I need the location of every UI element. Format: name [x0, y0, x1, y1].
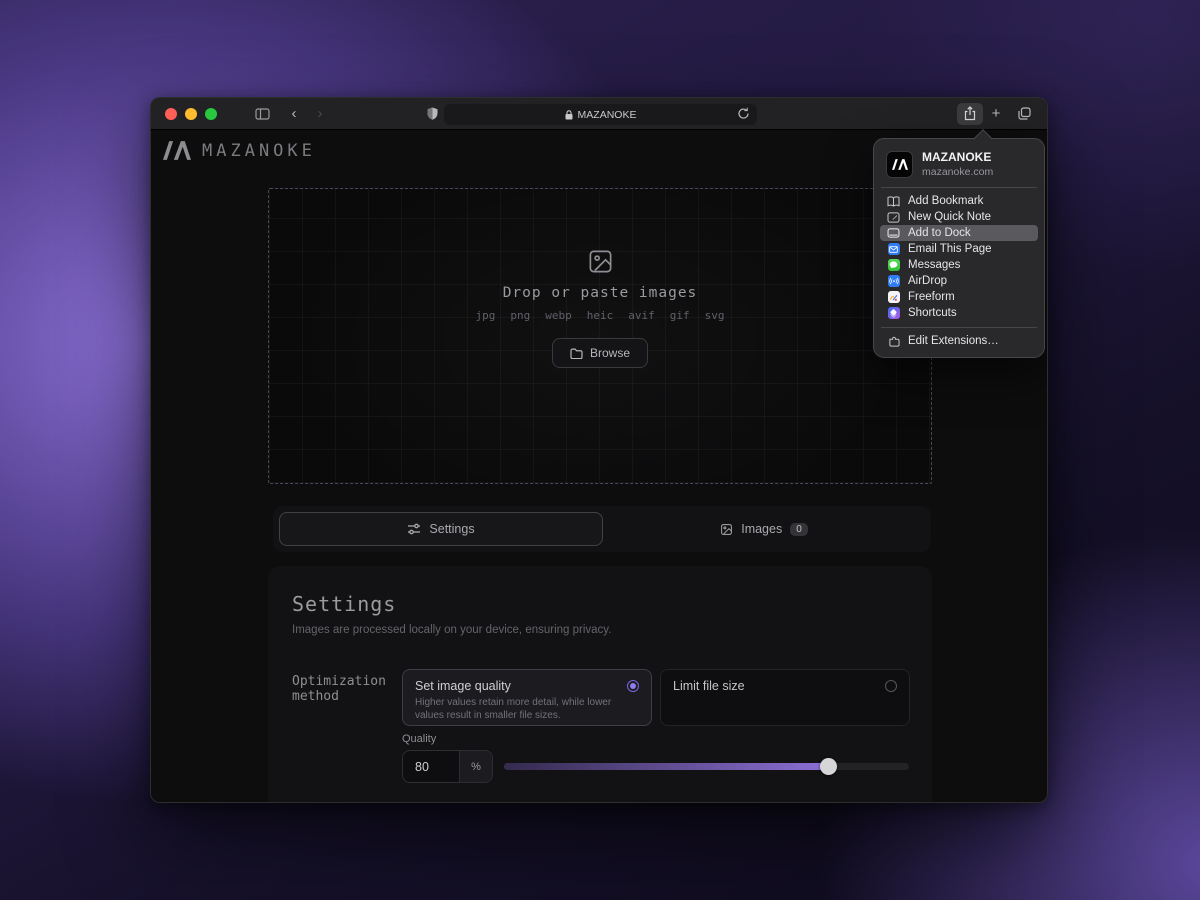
- quality-input-group: 80 %: [402, 750, 493, 783]
- airdrop-icon: [887, 275, 900, 288]
- dropzone-title: Drop or paste images: [503, 285, 698, 301]
- lock-icon: [565, 110, 573, 120]
- share-app-name: MAZANOKE: [922, 150, 993, 164]
- browse-button[interactable]: Browse: [552, 338, 648, 368]
- reload-icon[interactable]: [737, 107, 750, 123]
- quality-value-input[interactable]: 80: [403, 751, 459, 782]
- dropzone-formats: jpg png webp heic avif gif svg: [476, 309, 725, 322]
- new-tab-button[interactable]: +: [983, 103, 1009, 125]
- option-title: Set image quality: [415, 679, 511, 693]
- images-icon: [720, 523, 733, 536]
- menu-item-edit-extensions[interactable]: Edit Extensions…: [880, 333, 1038, 349]
- menu-item-new-quick-note[interactable]: New Quick Note: [880, 209, 1038, 225]
- menu-item-email-this-page[interactable]: Email This Page: [880, 241, 1038, 257]
- share-app-domain: mazanoke.com: [922, 166, 993, 178]
- share-button[interactable]: [957, 103, 983, 125]
- quality-unit-label: %: [459, 751, 492, 782]
- browser-titlebar: ‹ › MAZANOKE +: [151, 98, 1047, 130]
- radio-unselected-icon[interactable]: [885, 680, 897, 692]
- optimization-method-label: Optimization method: [292, 674, 386, 704]
- address-bar[interactable]: MAZANOKE: [444, 104, 757, 125]
- mazanoke-logo-icon: [163, 140, 191, 161]
- menu-item-add-bookmark[interactable]: Add Bookmark: [880, 193, 1038, 209]
- menu-item-shortcuts[interactable]: Shortcuts: [880, 305, 1038, 321]
- sidebar-toggle-icon[interactable]: [249, 103, 275, 125]
- shortcuts-icon: [887, 307, 900, 320]
- dock-icon: [887, 227, 900, 240]
- address-text: MAZANOKE: [578, 109, 637, 121]
- menu-item-add-to-dock[interactable]: Add to Dock: [880, 225, 1038, 241]
- browser-window: ‹ › MAZANOKE + MAZANOKE: [150, 97, 1048, 803]
- note-icon: [887, 211, 900, 224]
- option-limit-file-size[interactable]: Limit file size: [660, 669, 910, 726]
- share-popover: MAZANOKE mazanoke.com Add Bookmark New Q…: [873, 138, 1045, 358]
- zoom-window-button[interactable]: [205, 108, 217, 120]
- quality-slider-fill: [504, 763, 828, 770]
- images-count-badge: 0: [790, 523, 808, 536]
- folder-icon: [570, 348, 583, 359]
- back-button[interactable]: ‹: [281, 103, 307, 125]
- radio-selected-icon[interactable]: [627, 680, 639, 692]
- option-description: Higher values retain more detail, while …: [415, 697, 633, 722]
- settings-panel: Settings Images are processed locally on…: [268, 566, 932, 803]
- site-title: MAZANOKE: [202, 141, 316, 161]
- option-title: Limit file size: [673, 679, 745, 693]
- tab-overview-button[interactable]: [1011, 103, 1037, 125]
- image-drop-zone[interactable]: Drop or paste images jpg png webp heic a…: [268, 188, 932, 484]
- option-set-image-quality[interactable]: Set image quality Higher values retain m…: [402, 669, 652, 726]
- menu-item-freeform[interactable]: Freeform: [880, 289, 1038, 305]
- site-header: MAZANOKE: [163, 140, 316, 161]
- forward-button[interactable]: ›: [307, 103, 333, 125]
- mail-icon: [887, 243, 900, 256]
- tab-settings[interactable]: Settings: [279, 512, 603, 546]
- minimize-window-button[interactable]: [185, 108, 197, 120]
- browse-label: Browse: [590, 346, 630, 360]
- close-window-button[interactable]: [165, 108, 177, 120]
- share-popover-header: MAZANOKE mazanoke.com: [879, 148, 1039, 187]
- mazanoke-app-icon: [886, 151, 913, 178]
- view-tabbar: Settings Images 0: [273, 506, 931, 552]
- shield-icon[interactable]: [419, 103, 445, 125]
- menu-item-messages[interactable]: Messages: [880, 257, 1038, 273]
- freeform-icon: [887, 291, 900, 304]
- quality-slider[interactable]: [504, 763, 909, 770]
- book-icon: [887, 195, 900, 208]
- traffic-lights: [165, 108, 225, 120]
- image-icon: [587, 248, 614, 275]
- quality-slider-thumb[interactable]: [820, 758, 837, 775]
- tab-settings-label: Settings: [429, 522, 474, 536]
- messages-icon: [887, 259, 900, 272]
- settings-heading: Settings: [292, 592, 396, 616]
- menu-item-airdrop[interactable]: AirDrop: [880, 273, 1038, 289]
- quality-label: Quality: [402, 733, 436, 745]
- tab-images-label: Images: [741, 522, 782, 536]
- share-menu-items: Add Bookmark New Quick Note Add to Dock …: [879, 188, 1039, 327]
- sliders-icon: [407, 523, 421, 535]
- extensions-icon: [887, 335, 900, 348]
- settings-description: Images are processed locally on your dev…: [292, 624, 611, 636]
- tab-images[interactable]: Images 0: [603, 512, 925, 546]
